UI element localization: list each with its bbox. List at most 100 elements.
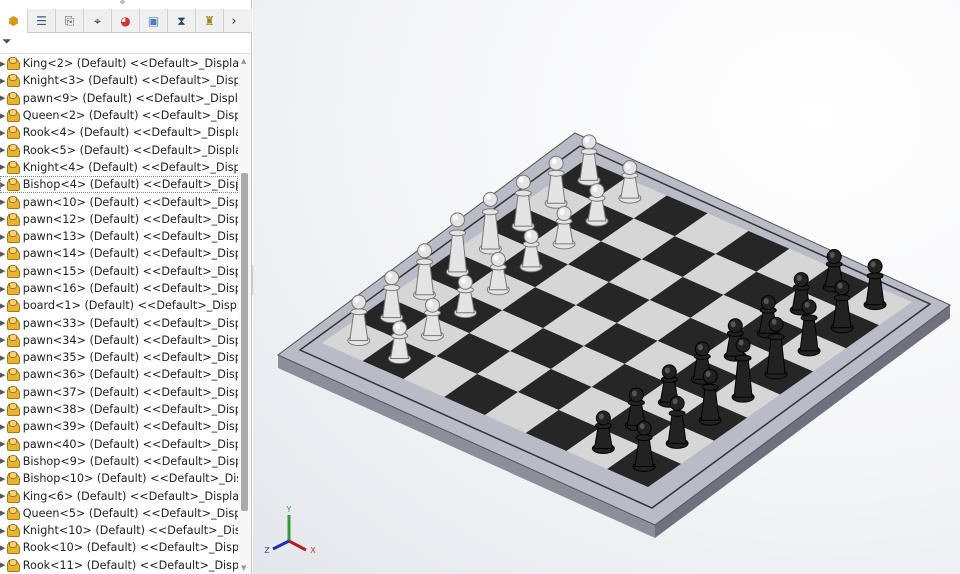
expand-arrow-icon[interactable]: ▶ bbox=[0, 215, 5, 223]
filter-button[interactable]: ⏷ bbox=[0, 34, 252, 54]
expand-arrow-icon[interactable]: ▶ bbox=[0, 60, 5, 68]
triad-x-axis bbox=[288, 539, 307, 552]
expand-arrow-icon[interactable]: ▶ bbox=[0, 509, 5, 517]
tree-item[interactable]: ▶ (-) pawn<10> (Default) <<Default>_Displ… bbox=[0, 193, 238, 210]
panel-grip[interactable] bbox=[120, 0, 125, 4]
tree-item-label: (-) pawn<37> (Default) <<Default>_Displa bbox=[6, 385, 238, 399]
expand-arrow-icon[interactable]: ▶ bbox=[0, 440, 5, 448]
expand-arrow-icon[interactable]: ▶ bbox=[0, 544, 5, 552]
tree-item[interactable]: ▶ (-) pawn<15> (Default) <<Default>_Displ… bbox=[0, 263, 238, 280]
tree-item-label: (-) Bishop<9> (Default) <<Default>_Displ… bbox=[6, 454, 238, 468]
scroll-down-icon[interactable]: ▼ bbox=[241, 564, 246, 572]
tree-item-label: (-) pawn<9> (Default) <<Default>_Display bbox=[6, 91, 238, 105]
expand-arrow-icon[interactable]: ▶ bbox=[0, 319, 5, 327]
tree-item[interactable]: ▶ (-) Knight<3> (Default) <<Default>_Disp… bbox=[0, 72, 238, 89]
expand-arrow-icon[interactable]: ▶ bbox=[0, 336, 5, 344]
expand-arrow-icon[interactable]: ▶ bbox=[0, 77, 5, 85]
scrollbar-thumb[interactable] bbox=[241, 173, 248, 511]
expand-arrow-icon[interactable]: ▶ bbox=[0, 285, 5, 293]
tree-item-label: (-) pawn<36> (Default) <<Default>_Displa bbox=[6, 368, 238, 382]
tree-item[interactable]: ▶ (-) pawn<36> (Default) <<Default>_Displ… bbox=[0, 366, 238, 383]
tab-property-manager[interactable]: ☰ bbox=[28, 9, 56, 33]
expand-arrow-icon[interactable]: ▶ bbox=[0, 406, 5, 414]
expand-arrow-icon[interactable]: ▶ bbox=[0, 112, 5, 120]
expand-arrow-icon[interactable]: ▶ bbox=[0, 475, 5, 483]
tree-item-label: (-) Knight<4> (Default) <<Default>_Displ… bbox=[6, 160, 238, 174]
tree-item[interactable]: ▶ (-) Queen<2> (Default) <<Default>_Displ… bbox=[0, 107, 238, 124]
expand-arrow-icon[interactable]: ▶ bbox=[0, 423, 5, 431]
tree-item[interactable]: ▶ (-) pawn<13> (Default) <<Default>_Displ… bbox=[0, 228, 238, 245]
tree-item-label: (-) pawn<39> (Default) <<Default>_Displa bbox=[6, 420, 238, 434]
tab-display-manager[interactable]: ◕ bbox=[112, 9, 140, 33]
tree-item[interactable]: ▶ (-) pawn<37> (Default) <<Default>_Displ… bbox=[0, 384, 238, 401]
expand-arrow-icon[interactable]: ▶ bbox=[0, 233, 5, 241]
tree-scrollbar[interactable]: ▲ ▼ bbox=[239, 55, 251, 574]
tree-item[interactable]: ▶ (-) pawn<34> (Default) <<Default>_Displ… bbox=[0, 332, 238, 349]
tree-item[interactable]: ▶ (-) pawn<39> (Default) <<Default>_Displ… bbox=[0, 418, 238, 435]
expand-arrow-icon[interactable]: ▶ bbox=[0, 457, 5, 465]
tree-item[interactable]: ▶ (-) pawn<14> (Default) <<Default>_Displ… bbox=[0, 245, 238, 262]
expand-arrow-icon[interactable]: ▶ bbox=[0, 527, 5, 535]
scroll-up-icon[interactable]: ▲ bbox=[241, 57, 246, 65]
tree-item-label: (-) pawn<12> (Default) <<Default>_Displa bbox=[6, 212, 238, 226]
tree-item-label: (-) pawn<38> (Default) <<Default>_Displa bbox=[6, 403, 238, 417]
triad-x-label: X bbox=[310, 546, 316, 555]
tree-item[interactable]: ▶ (-) Bishop<4> (Default) <<Default>_Disp… bbox=[0, 176, 238, 194]
tab-cam[interactable]: ♜ bbox=[196, 9, 224, 33]
tree-item[interactable]: ▶ (-) King<2> (Default) <<Default>_Displa… bbox=[0, 55, 238, 72]
expand-arrow-icon[interactable]: ▶ bbox=[0, 354, 5, 362]
triad-y-label: Y bbox=[286, 505, 292, 514]
tree-item[interactable]: ▶ (-) King<6> (Default) <<Default>_Displa… bbox=[0, 487, 238, 504]
expand-arrow-icon[interactable]: ▶ bbox=[0, 561, 5, 569]
tree-item[interactable]: ▶ (-) Knight<4> (Default) <<Default>_Disp… bbox=[0, 159, 238, 176]
expand-arrow-icon[interactable]: ▶ bbox=[0, 129, 5, 137]
tree-item[interactable]: ▶ (-) Rook<4> (Default) <<Default>_Displa… bbox=[0, 124, 238, 141]
tree-item[interactable]: ▶ (-) pawn<9> (Default) <<Default>_Displa… bbox=[0, 90, 238, 107]
tab-dimxpert-manager[interactable]: ⌖ bbox=[84, 9, 112, 33]
expand-arrow-icon[interactable]: ▶ bbox=[0, 163, 5, 171]
appearance-icon: ▣ bbox=[147, 14, 160, 28]
tree-item[interactable]: ▶ (-) Rook<11> (Default) <<Default>_Displ… bbox=[0, 557, 238, 574]
tree-item-label: (-) pawn<35> (Default) <<Default>_Displa bbox=[6, 351, 238, 365]
tree-item[interactable]: ▶ (-) Rook<5> (Default) <<Default>_Displa… bbox=[0, 141, 238, 158]
expand-arrow-icon[interactable]: ▶ bbox=[0, 250, 5, 258]
expand-arrow-icon[interactable]: ▶ bbox=[0, 302, 5, 310]
tree-item-label: (-) pawn<33> (Default) <<Default>_Displa bbox=[6, 316, 238, 330]
tab-simulation[interactable]: ⧗ bbox=[168, 9, 196, 33]
expand-arrow-icon[interactable]: ▶ bbox=[0, 267, 5, 275]
tree-item[interactable]: ▶ (-) pawn<12> (Default) <<Default>_Displ… bbox=[0, 211, 238, 228]
expand-arrow-icon[interactable]: ▶ bbox=[0, 492, 5, 500]
tree-item[interactable]: ▶ (-) pawn<33> (Default) <<Default>_Displ… bbox=[0, 314, 238, 331]
tree-item-label: (-) Knight<3> (Default) <<Default>_Displ… bbox=[6, 74, 238, 88]
expand-arrow-icon[interactable]: ▶ bbox=[0, 146, 5, 154]
tree-item-label: (-) Rook<11> (Default) <<Default>_Displa bbox=[6, 558, 238, 572]
tree-item[interactable]: ▶ (-) pawn<35> (Default) <<Default>_Displ… bbox=[0, 349, 238, 366]
tree-item[interactable]: ▶ (-) pawn<38> (Default) <<Default>_Displ… bbox=[0, 401, 238, 418]
tab-feature-manager[interactable]: ⬢ bbox=[0, 9, 28, 33]
tree-item[interactable]: ▶ (-) Queen<5> (Default) <<Default>_Displ… bbox=[0, 505, 238, 522]
tab-configuration-manager[interactable]: ⎘ bbox=[56, 9, 84, 33]
tree-item[interactable]: ▶ (-) pawn<16> (Default) <<Default>_Displ… bbox=[0, 280, 238, 297]
feature-tree: ▶ (-) King<2> (Default) <<Default>_Displa… bbox=[0, 55, 238, 574]
expand-arrow-icon[interactable]: ▶ bbox=[0, 198, 5, 206]
triad-z-axis bbox=[272, 539, 290, 551]
display-manager-icon: ◕ bbox=[120, 14, 131, 28]
tree-item[interactable]: ▶ (-) Knight<10> (Default) <<Default>_Dis… bbox=[0, 522, 238, 539]
filter-icon: ⏷ bbox=[2, 34, 12, 48]
expand-arrow-icon[interactable]: ▶ bbox=[0, 371, 5, 379]
expand-arrow-icon[interactable]: ▶ bbox=[0, 94, 5, 102]
tree-item-label: (-) pawn<40> (Default) <<Default>_Displa bbox=[6, 437, 238, 451]
tree-item-label: (-) pawn<34> (Default) <<Default>_Displa bbox=[6, 333, 238, 347]
tree-item-label: (-) pawn<10> (Default) <<Default>_Displa bbox=[6, 195, 238, 209]
tree-item[interactable]: ▶ (-) Rook<10> (Default) <<Default>_Displ… bbox=[0, 539, 238, 556]
more-tabs-button[interactable]: › bbox=[224, 9, 244, 33]
expand-arrow-icon[interactable]: ▶ bbox=[0, 181, 5, 189]
tree-item[interactable]: ▶ (-) pawn<40> (Default) <<Default>_Displ… bbox=[0, 436, 238, 453]
tab-appearance[interactable]: ▣ bbox=[140, 9, 168, 33]
tree-item[interactable]: ▶ (-) Bishop<10> (Default) <<Default>_Dis… bbox=[0, 470, 238, 487]
graphics-viewport[interactable]: Y X Z bbox=[253, 0, 960, 574]
tree-item-label: (-) Bishop<10> (Default) <<Default>_Disp bbox=[6, 472, 238, 486]
tree-item[interactable]: ▶ (-) board<1> (Default) <<Default>_Displ… bbox=[0, 297, 238, 314]
expand-arrow-icon[interactable]: ▶ bbox=[0, 388, 5, 396]
tree-item[interactable]: ▶ (-) Bishop<9> (Default) <<Default>_Disp… bbox=[0, 453, 238, 470]
